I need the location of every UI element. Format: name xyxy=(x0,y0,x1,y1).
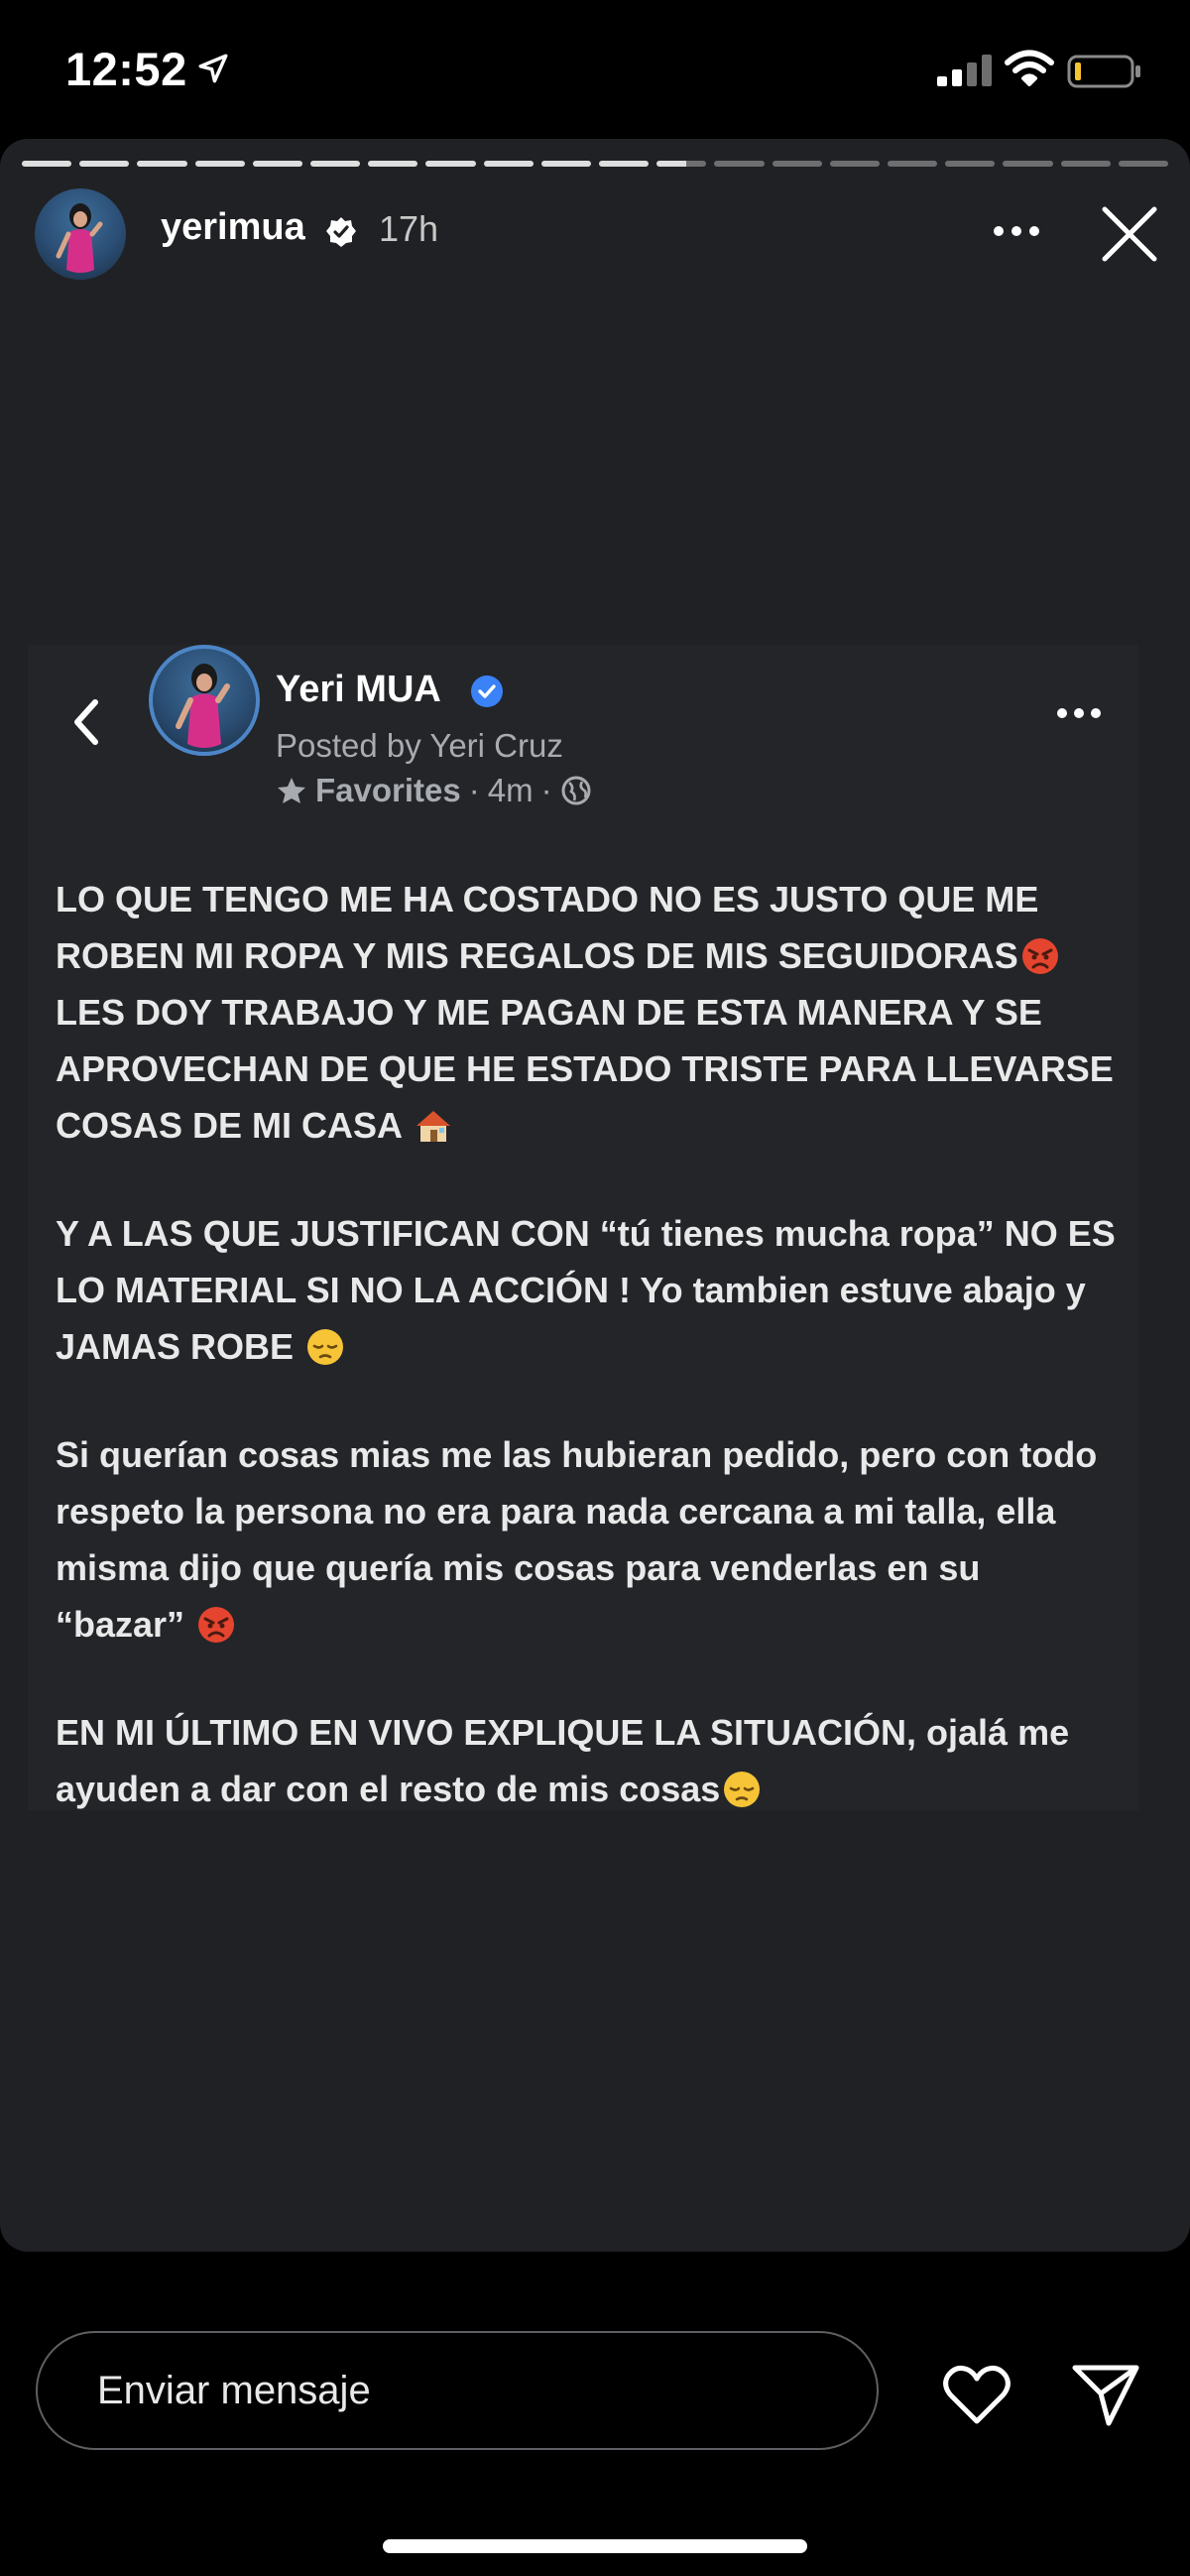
story-progress-bar xyxy=(22,161,1169,167)
progress-segment xyxy=(310,161,361,167)
progress-segment xyxy=(1003,161,1053,167)
post-avatar xyxy=(149,645,260,756)
progress-segment xyxy=(540,161,592,167)
progress-segment xyxy=(483,161,534,167)
close-icon[interactable] xyxy=(1099,203,1160,265)
progress-segment xyxy=(194,161,245,167)
shared-post: Yeri MUA Posted by Yeri Cruz Favorites ·… xyxy=(28,645,1138,1810)
progress-segment xyxy=(79,161,130,167)
post-page-name: Yeri MUA xyxy=(276,669,441,710)
status-bar: 12:52 xyxy=(0,0,1190,139)
progress-segment xyxy=(656,161,707,167)
meta-separator: · xyxy=(540,772,552,808)
story-time-ago: 17h xyxy=(379,208,439,249)
verified-badge-icon xyxy=(471,675,503,707)
progress-segment xyxy=(137,161,187,167)
progress-segment xyxy=(888,161,938,167)
send-message-input[interactable]: Enviar mensaje xyxy=(36,2331,879,2450)
verified-badge-icon xyxy=(326,217,356,247)
location-arrow-icon xyxy=(198,54,228,83)
post-paragraph: EN MI ÚLTIMO EN VIVO EXPLIQUE LA SITUACI… xyxy=(56,1712,1070,1809)
back-chevron-icon xyxy=(74,699,98,745)
progress-segment xyxy=(714,161,765,167)
pensive-face-emoji-icon xyxy=(307,1329,344,1365)
story-viewer[interactable]: yerimua 17h Yeri MUA Posted by Yeri Cruz… xyxy=(0,139,1190,2252)
progress-segment xyxy=(599,161,650,167)
house-emoji-icon xyxy=(416,1111,450,1142)
post-more-options-icon xyxy=(1057,708,1101,718)
send-icon[interactable] xyxy=(1071,2362,1140,2427)
post-time: 4m xyxy=(487,772,534,808)
home-indicator[interactable] xyxy=(383,2539,807,2553)
post-body: LO QUE TENGO ME HA COSTADO NO ES JUSTO Q… xyxy=(56,871,1117,1869)
post-posted-by: Posted by Yeri Cruz xyxy=(276,727,563,764)
angry-face-emoji-icon xyxy=(198,1607,235,1643)
progress-segment xyxy=(829,161,881,167)
progress-segment xyxy=(22,161,72,167)
story-avatar[interactable] xyxy=(35,188,126,280)
status-time: 12:52 xyxy=(65,43,187,95)
cellular-signal-icon xyxy=(937,55,992,86)
progress-segment xyxy=(1118,161,1169,167)
audience-label: Favorites xyxy=(315,772,461,808)
progress-segment xyxy=(772,161,822,167)
wifi-icon xyxy=(1005,50,1054,86)
message-placeholder: Enviar mensaje xyxy=(97,2368,371,2412)
star-icon xyxy=(278,778,305,803)
story-username[interactable]: yerimua xyxy=(161,206,305,249)
battery-icon xyxy=(1067,55,1140,88)
progress-segment xyxy=(425,161,476,167)
progress-segment xyxy=(945,161,996,167)
post-meta: Favorites · 4m · xyxy=(276,772,592,809)
meta-separator: · xyxy=(468,772,480,808)
progress-segment xyxy=(252,161,303,167)
heart-icon[interactable] xyxy=(942,2364,1012,2425)
post-paragraph: Si querían cosas mias me las hubieran pe… xyxy=(56,1434,1098,1645)
post-paragraph: Y A LAS QUE JUSTIFICAN CON “tú tienes mu… xyxy=(56,1213,1116,1367)
angry-face-emoji-icon xyxy=(1021,938,1058,974)
more-options-icon[interactable] xyxy=(992,224,1041,238)
pensive-face-emoji-icon xyxy=(724,1772,761,1807)
progress-segment xyxy=(1060,161,1111,167)
progress-segment xyxy=(368,161,418,167)
globe-icon xyxy=(561,776,591,805)
post-paragraph: LO QUE TENGO ME HA COSTADO NO ES JUSTO Q… xyxy=(56,879,1114,1146)
